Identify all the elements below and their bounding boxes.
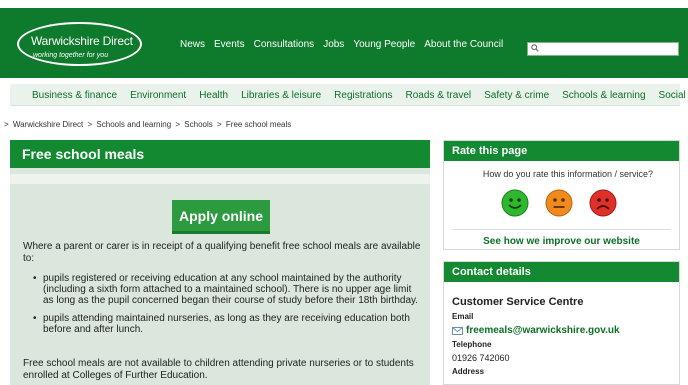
site-header: Warwickshire Direct working together for… xyxy=(0,8,688,78)
contact-panel: Contact details Customer Service Centre … xyxy=(443,261,680,385)
section-nav-health[interactable]: Health xyxy=(199,90,228,101)
contact-name: Customer Service Centre xyxy=(452,296,584,308)
top-nav-consultations[interactable]: Consultations xyxy=(254,39,315,50)
section-nav-business[interactable]: Business & finance xyxy=(32,90,117,101)
list-item: pupils registered or receiving education… xyxy=(31,273,423,306)
logo-tagline: working together for you xyxy=(33,52,109,59)
rating-faces xyxy=(501,189,617,217)
breadcrumb-schools[interactable]: Schools xyxy=(184,120,212,129)
outro-text: Free school meals are not available to c… xyxy=(23,358,414,381)
contact-body: Customer Service Centre Email freemeals@… xyxy=(452,296,677,380)
section-nav-roads[interactable]: Roads & travel xyxy=(406,90,472,101)
breadcrumb: > Warwickshire Direct > Schools and lear… xyxy=(4,120,292,129)
apply-online-button[interactable]: Apply online xyxy=(172,200,270,234)
neutral-face-icon[interactable] xyxy=(545,189,573,217)
rate-panel: Rate this page How do you rate this info… xyxy=(443,140,680,250)
top-nav-about-council[interactable]: About the Council xyxy=(424,39,503,50)
sad-face-icon[interactable] xyxy=(589,189,617,217)
main-content-panel: Free school meals Apply online Where a p… xyxy=(10,140,430,385)
email-link[interactable]: freemeals@warwickshire.gov.uk xyxy=(452,325,677,336)
telephone-label: Telephone xyxy=(452,340,492,349)
divider xyxy=(452,229,671,230)
search-icon xyxy=(531,44,539,52)
breadcrumb-home[interactable]: Warwickshire Direct xyxy=(13,120,83,129)
top-nav: News Events Consultations Jobs Young Peo… xyxy=(180,39,503,50)
email-label: Email xyxy=(452,312,474,321)
search-input[interactable] xyxy=(527,42,679,56)
address-label: Address xyxy=(452,367,485,376)
main-title-bar: Free school meals xyxy=(10,140,430,168)
section-nav-safety[interactable]: Safety & crime xyxy=(484,90,549,101)
page-title: Free school meals xyxy=(22,146,145,162)
telephone-number: 01926 742060 xyxy=(452,353,510,363)
top-nav-news[interactable]: News xyxy=(180,39,205,50)
top-nav-young-people[interactable]: Young People xyxy=(353,39,415,50)
breadcrumb-current: Free school meals xyxy=(225,120,292,129)
section-nav-environment[interactable]: Environment xyxy=(130,90,186,101)
rate-title: Rate this page xyxy=(452,145,528,157)
rate-question: How do you rate this information / servi… xyxy=(482,169,653,179)
rate-title-bar: Rate this page xyxy=(444,141,679,161)
improve-website-link[interactable]: See how we improve our website xyxy=(444,236,679,247)
section-nav-libraries[interactable]: Libraries & leisure xyxy=(241,90,321,101)
contact-title-bar: Contact details xyxy=(444,262,679,282)
top-nav-events[interactable]: Events xyxy=(214,39,245,50)
top-nav-jobs[interactable]: Jobs xyxy=(323,39,344,50)
list-item: pupils attending maintained nurseries, a… xyxy=(31,313,423,335)
section-nav-registrations[interactable]: Registrations xyxy=(334,90,392,101)
email-address[interactable]: freemeals@warwickshire.gov.uk xyxy=(466,325,620,336)
intro-text: Where a parent or carer is in receipt of… xyxy=(23,241,421,264)
envelope-icon xyxy=(452,326,463,335)
section-nav: Business & finance Environment Health Li… xyxy=(10,84,688,106)
eligibility-list: pupils registered or receiving education… xyxy=(31,273,423,342)
happy-face-icon[interactable] xyxy=(501,189,529,217)
logo-title: Warwickshire Direct xyxy=(31,34,133,48)
divider xyxy=(10,174,430,184)
section-nav-social-care[interactable]: Social care xyxy=(659,90,688,101)
section-nav-schools[interactable]: Schools & learning xyxy=(562,90,645,101)
site-logo[interactable]: Warwickshire Direct working together for… xyxy=(17,22,142,66)
contact-title: Contact details xyxy=(452,266,531,278)
breadcrumb-schools-learning[interactable]: Schools and learning xyxy=(96,120,171,129)
